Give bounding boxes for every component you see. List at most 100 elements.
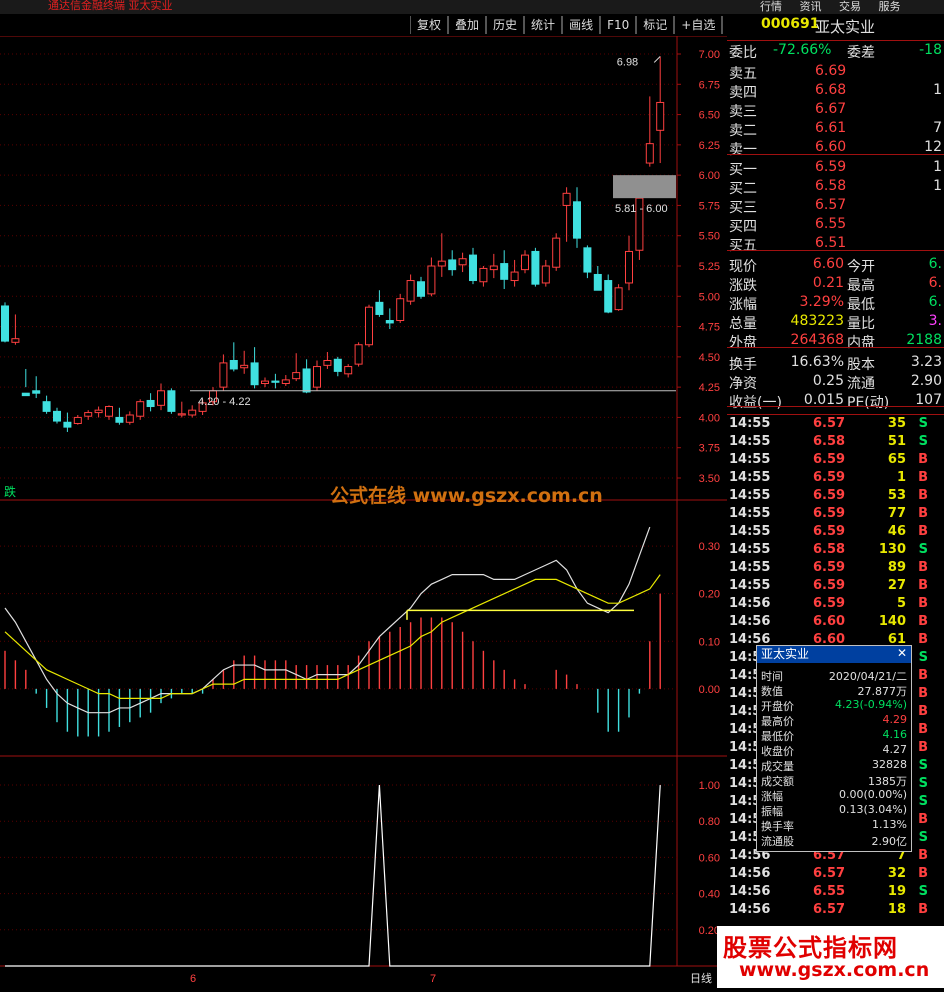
tick-volume: 32 [887,866,906,881]
stat-label: 内盘 [847,335,875,351]
window-title: 通达信金融终端 亚太实业 [48,0,173,12]
candle-body [541,265,550,284]
restore-rights-button[interactable]: 复权 [410,16,449,34]
tick-side: B [918,470,928,485]
candle-body [531,250,540,285]
candle-body [261,380,269,385]
popup-row: 振幅 0.13(3.04%) [757,803,911,818]
f10-button[interactable]: F10 [600,16,637,34]
price-tick-label: 4.00 [699,412,720,424]
statistics-button[interactable]: 统计 [524,16,563,34]
menu-news[interactable]: 资讯 [800,0,822,13]
tick-side: B [918,812,928,827]
tick-row: 14:56 6.57 18 B [727,902,944,920]
tick-price: 6.57 [813,416,846,431]
popup-value: 4.16 [882,728,908,741]
draw-line-button[interactable]: 画线 [562,16,601,34]
popup-row: 换手率 1.13% [757,818,911,833]
tick-side: S [918,758,928,773]
tick-row: 14:55 6.59 77 B [727,506,944,524]
stat-value: 2188 [906,332,942,348]
tick-row: 14:55 6.58 130 S [727,542,944,560]
popup-key: 成交额 [761,775,794,788]
popup-key: 时间 [761,670,783,683]
weicha-value: -18 [919,42,942,58]
tick-time: 14:55 [729,416,771,431]
tick-price: 6.57 [813,866,846,881]
stat-label: 量比 [847,316,875,332]
menu-trade[interactable]: 交易 [839,0,861,13]
tick-row: 14:56 6.55 19 S [727,884,944,902]
tick-time: 14:55 [729,560,771,575]
candle-body [385,320,394,324]
webi-row: 委比 -72.66% 委差 -18 [727,42,944,61]
popup-value: 2.90亿 [871,835,908,848]
title-bar: 通达信金融终端 亚太实业 行情 资讯 交易 服务 [0,0,944,14]
popup-value: 4.29 [882,713,908,726]
period-label: 日线 [690,971,712,985]
stock-header: 000691 亚太实业 [727,16,944,38]
tick-time: 14:55 [729,542,771,557]
macd-tick-label: 0.20 [699,589,720,601]
overlay-button[interactable]: 叠加 [448,16,487,34]
tick-row: 14:55 6.59 89 B [727,560,944,578]
macd-tick-label: 0.00 [699,684,720,696]
popup-row: 开盘价 4.23(-0.94%) [757,698,911,713]
tick-volume: 53 [887,488,906,503]
popup-key: 开盘价 [761,700,794,713]
candle-body [11,338,20,343]
stock-name: 亚太实业 [815,18,876,36]
tick-row: 14:56 6.59 5 B [727,596,944,614]
tick-side: B [918,704,928,719]
popup-value: 0.00(0.00%) [838,788,907,801]
candle-body [333,358,342,372]
stat-row: 现价 6.60 今开 6. [727,256,944,275]
popup-key: 成交量 [761,760,794,773]
logo-title: 股票公式指标网 [723,934,898,962]
candle-body [323,359,332,366]
mark-button[interactable]: 标记 [636,16,675,34]
popup-key: 换手率 [761,820,794,833]
price-tick-label: 7.00 [699,49,720,61]
quote-divider [727,40,944,41]
tick-time: 14:55 [729,452,771,467]
popup-row: 成交量 32828 [757,758,911,773]
candle-body [604,280,613,313]
price-tick-label: 6.50 [699,110,720,122]
candle-body [21,392,30,397]
kline-chart-area[interactable]: 7.00 6.75 6.50 6.25 6.00 5.75 5.50 5.25 5.00 4.75… [0,35,727,988]
popup-title: 亚太实业 [757,646,911,663]
price-tick-label: 4.25 [699,382,720,394]
quote-divider [727,347,944,348]
candle-body [125,414,134,423]
price-range-box [613,175,676,199]
close-icon[interactable]: ✕ [897,646,907,660]
stat-label: PE(动) [847,395,890,411]
popup-value: 2020/04/21/二 [828,670,907,683]
quote-divider [727,154,944,155]
stat-label: 今开 [847,259,875,275]
history-button[interactable]: 历史 [486,16,525,34]
sell-price: 6.67 [815,101,847,117]
buy-row: 买一 6.59 1 [727,159,944,178]
price-tick-label: 3.75 [699,443,720,455]
chart-canvas[interactable]: 7.00 6.75 6.50 6.25 6.00 5.75 5.50 5.25 5.00 4.75… [0,35,727,988]
sell-price: 6.60 [815,139,847,155]
menu-service[interactable]: 服务 [879,0,901,13]
candle-body [479,267,488,283]
buy-label: 买三 [729,200,757,216]
tick-side: B [918,902,928,917]
buy-price: 6.57 [815,197,847,213]
popup-value: 27.877万 [857,685,908,698]
candle-body [354,344,363,365]
candle-body [344,366,353,375]
price-tick-label: 5.75 [699,200,720,212]
ind-tick-label: 1.00 [699,780,720,792]
add-watchlist-button[interactable]: +自选 [674,16,723,34]
stat-row: 总量 483223 量比 3. [727,313,944,332]
tick-row: 14:55 6.59 27 B [727,578,944,596]
menu-quotes[interactable]: 行情 [760,0,782,13]
tick-row: 14:55 6.58 51 S [727,434,944,452]
stat-label: 股本 [847,357,875,373]
tick-side: B [918,596,928,611]
